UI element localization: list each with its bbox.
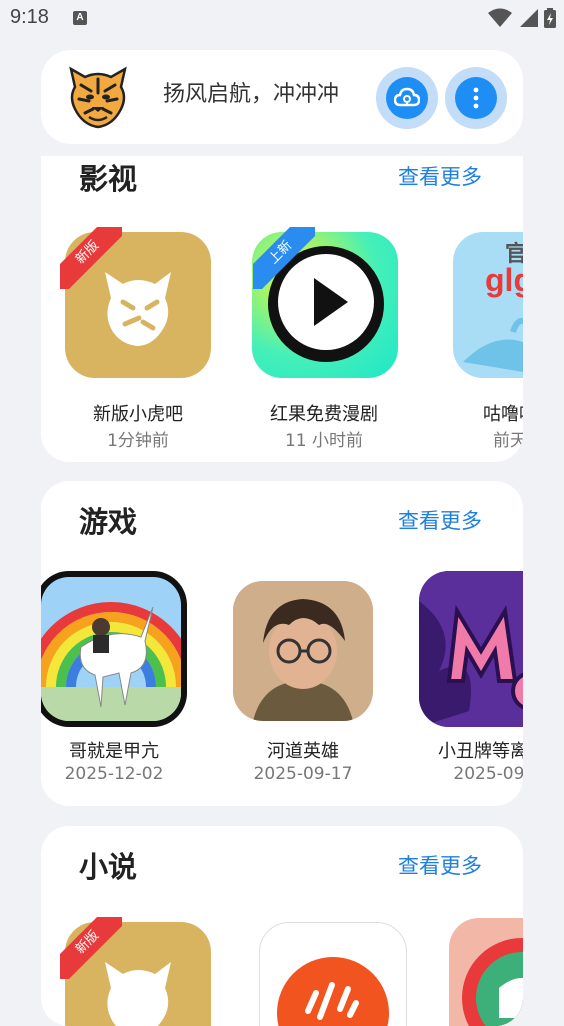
section-games: 游戏 查看更多 哥就是甲亢 2025-12-02 河道英雄 2025-09-17… xyxy=(41,481,523,806)
app-icon xyxy=(449,918,523,1026)
header-card: 扬风启航，冲冲冲 xyxy=(41,50,523,144)
more-vertical-icon xyxy=(473,87,479,109)
cloud-button[interactable] xyxy=(376,67,438,129)
app-icon-text: glg xyxy=(485,262,523,298)
badge-new-version: 新版 xyxy=(60,917,122,979)
app-time: 2025-09- xyxy=(453,764,523,784)
app-name: 红果免费漫剧 xyxy=(270,404,378,425)
section-video: 影视 查看更多 新版 新版小虎吧 1分钟前 上新 红果免费漫剧 11 小时前 官… xyxy=(41,156,523,462)
audio-book-icon xyxy=(277,957,389,1026)
badge-new-version: 新版 xyxy=(60,227,122,289)
wifi-icon xyxy=(488,8,512,27)
app-icon xyxy=(419,571,523,727)
battery-icon xyxy=(544,8,556,28)
slogan-text: 扬风启航，冲冲冲 xyxy=(163,82,340,107)
badge-ribbon: 新版 xyxy=(60,917,122,979)
badge-new: 上新 xyxy=(253,227,315,289)
badge-ribbon: 新版 xyxy=(60,227,122,289)
app-name: 河道英雄 xyxy=(267,741,339,762)
cloud-icon xyxy=(394,87,420,107)
see-more-link[interactable]: 查看更多 xyxy=(398,850,482,880)
app-time: 前天 xyxy=(493,431,523,451)
app-name: 小丑牌等离子 xyxy=(438,741,523,762)
app-time: 1分钟前 xyxy=(107,431,169,451)
app-time: 2025-12-02 xyxy=(64,764,164,784)
app-time: 11 小时前 xyxy=(284,431,364,451)
more-button[interactable] xyxy=(445,67,507,129)
status-icons xyxy=(488,8,556,28)
joker-m-icon xyxy=(419,571,523,727)
signal-icon xyxy=(520,9,538,27)
app-icon xyxy=(233,581,373,721)
rainbow-unicorn-icon xyxy=(41,602,181,721)
app-icon xyxy=(259,922,407,1026)
app-time: 2025-09-17 xyxy=(253,764,353,784)
status-time: 9:18 xyxy=(10,6,49,28)
section-title: 影视 xyxy=(79,162,138,196)
tiger-logo-icon xyxy=(69,66,127,129)
app-icon-inner xyxy=(41,577,181,721)
see-more-link[interactable]: 查看更多 xyxy=(398,161,482,191)
character-portrait-icon xyxy=(233,581,373,721)
app-name: 咕噜咕 xyxy=(483,404,523,425)
see-more-link[interactable]: 查看更多 xyxy=(398,505,482,535)
notification-a-icon: A xyxy=(73,11,87,25)
novel-app-icon xyxy=(462,938,523,1026)
status-bar: 9:18 A xyxy=(0,0,564,38)
app-name: 新版小虎吧 xyxy=(93,404,183,425)
badge-ribbon: 上新 xyxy=(253,227,315,289)
app-icon: 官 glg xyxy=(453,232,523,378)
section-title: 小说 xyxy=(79,850,138,884)
app-icon xyxy=(41,571,187,727)
app-name: 哥就是甲亢 xyxy=(69,741,159,762)
section-novels: 小说 查看更多 新版 xyxy=(41,826,523,1026)
section-title: 游戏 xyxy=(79,505,138,539)
slogan-marquee: 扬风启航，冲冲冲 xyxy=(163,77,359,113)
